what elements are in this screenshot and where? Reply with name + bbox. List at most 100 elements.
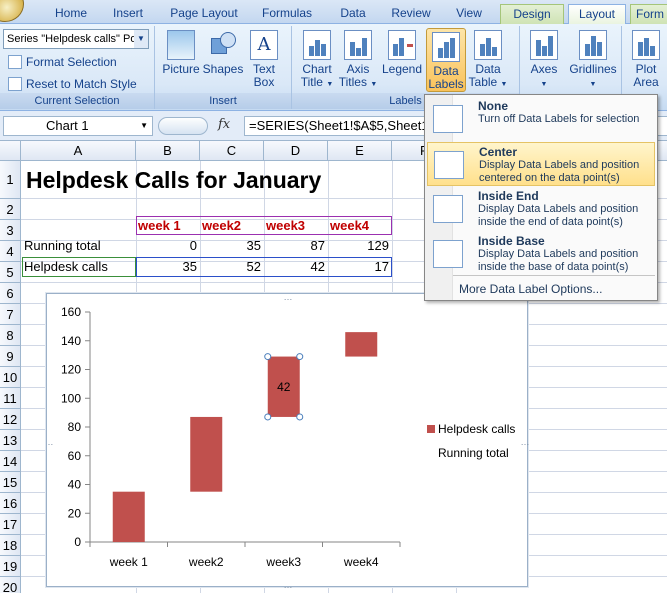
data-table-button[interactable]: Data Table ▼	[468, 30, 508, 91]
bar-week4	[345, 332, 378, 357]
column-header-a[interactable]: A	[21, 141, 136, 161]
row-header-20[interactable]: 20	[0, 577, 21, 593]
tab-formulas[interactable]: Formulas	[259, 4, 315, 24]
row-header-10[interactable]: 10	[0, 367, 21, 388]
data-labels-label: Data Labels	[428, 64, 464, 91]
row-header-14[interactable]: 14	[0, 451, 21, 472]
y-tick-label: 40	[68, 478, 82, 492]
row-header-4[interactable]: 4	[0, 241, 21, 262]
legend-label: Legend	[381, 62, 423, 76]
plot-area-button[interactable]: Plot Area	[626, 30, 666, 89]
text-box-icon: A	[250, 30, 278, 60]
tab-home[interactable]: Home	[54, 4, 88, 24]
format-selection-icon	[8, 55, 22, 69]
format-selection-button[interactable]: Format Selection	[6, 53, 117, 71]
more-data-label-options[interactable]: More Data Label Options...	[459, 282, 602, 296]
select-all-corner[interactable]	[0, 141, 21, 161]
tab-view[interactable]: View	[452, 4, 486, 24]
menu-item-inside-end[interactable]: Inside End Display Data Labels and posit…	[427, 187, 655, 231]
menu-item-center-title: Center	[479, 145, 518, 159]
column-header-e[interactable]: E	[328, 141, 392, 161]
running-total-week2[interactable]: 35	[200, 236, 261, 256]
row-header-17[interactable]: 17	[0, 514, 21, 535]
selection-handle	[296, 353, 304, 361]
picture-button[interactable]: Picture	[160, 30, 202, 76]
formula-bar-splitter[interactable]	[158, 117, 208, 135]
row-header-11[interactable]: 11	[0, 388, 21, 409]
menu-item-inside-end-desc: Display Data Labels and position inside …	[478, 203, 639, 228]
menu-item-none[interactable]: None Turn off Data Labels for selection	[427, 97, 655, 141]
row-header-3[interactable]: 3	[0, 220, 21, 241]
group-insert: Picture Shapes A Text Box Insert	[155, 26, 292, 109]
tab-review[interactable]: Review	[390, 4, 432, 24]
group-label-current-selection: Current Selection	[0, 93, 154, 109]
menu-item-inside-end-title: Inside End	[478, 189, 539, 203]
menu-item-center[interactable]: Center Display Data Labels and position …	[427, 142, 655, 186]
chart-elements-value: Series "Helpdesk calls" Po	[7, 33, 137, 45]
menu-item-center-desc: Display Data Labels and position centere…	[479, 159, 640, 184]
x-tick-label: week4	[343, 555, 379, 569]
chevron-down-icon: ▼	[134, 30, 148, 48]
embedded-chart[interactable]: 0 20 40 60 80 100 120 140 160 week 1 week2 week3 42 w…	[46, 293, 529, 588]
axes-button[interactable]: Axes ▼	[524, 30, 564, 91]
row-header-1[interactable]: 1	[0, 161, 21, 199]
series-values-highlight	[136, 257, 392, 277]
chart-title-button[interactable]: Chart Title ▼	[297, 30, 337, 91]
tab-design[interactable]: Design	[500, 4, 564, 24]
row-header-2[interactable]: 2	[0, 199, 21, 220]
shapes-button[interactable]: Shapes	[202, 30, 244, 76]
office-button[interactable]	[0, 0, 24, 22]
x-tick-label: week 1	[109, 555, 148, 569]
name-box[interactable]: Chart 1 ▼	[3, 116, 153, 136]
row-header-18[interactable]: 18	[0, 535, 21, 556]
row-header-9[interactable]: 9	[0, 346, 21, 367]
tab-format[interactable]: Form	[630, 4, 667, 24]
group-current-selection: Series "Helpdesk calls" Po ▼ Format Sele…	[0, 26, 155, 109]
data-label: 42	[277, 380, 291, 394]
running-total-week4[interactable]: 129	[328, 236, 389, 256]
selection-handle	[264, 413, 272, 421]
menu-separator	[453, 275, 655, 276]
sheet-title[interactable]: Helpdesk Calls for January	[26, 162, 321, 198]
running-total-week1[interactable]: 0	[136, 236, 197, 256]
row-header-6[interactable]: 6	[0, 283, 21, 304]
column-header-d[interactable]: D	[264, 141, 328, 161]
text-box-label: Text Box	[252, 62, 275, 89]
column-header-c[interactable]: C	[200, 141, 264, 161]
chart-resize-handle: …	[47, 437, 54, 447]
chart-elements-dropdown[interactable]: Series "Helpdesk calls" Po ▼	[3, 29, 149, 49]
running-total-label[interactable]: Running total	[24, 236, 101, 256]
format-selection-label: Format Selection	[26, 55, 117, 69]
running-total-week3[interactable]: 87	[264, 236, 325, 256]
tab-page-layout[interactable]: Page Layout	[168, 4, 240, 24]
selection-handle	[296, 413, 304, 421]
menu-item-none-desc: Turn off Data Labels for selection	[478, 113, 640, 125]
group-label-insert: Insert	[155, 93, 291, 109]
axis-titles-button[interactable]: Axis Titles ▼	[338, 30, 378, 91]
row-header-7[interactable]: 7	[0, 304, 21, 325]
insert-function-icon[interactable]: fx	[218, 117, 230, 132]
reset-to-match-style-button[interactable]: Reset to Match Style	[6, 75, 137, 93]
legend-button[interactable]: Legend	[380, 30, 424, 76]
row-header-12[interactable]: 12	[0, 409, 21, 430]
y-tick-label: 80	[68, 420, 82, 434]
chart-resize-handle: …	[284, 580, 293, 588]
tab-data[interactable]: Data	[336, 4, 370, 24]
row-header-13[interactable]: 13	[0, 430, 21, 451]
tab-layout[interactable]: Layout	[568, 4, 626, 25]
shapes-icon	[209, 30, 237, 60]
row-header-19[interactable]: 19	[0, 556, 21, 577]
row-header-16[interactable]: 16	[0, 493, 21, 514]
row-header-15[interactable]: 15	[0, 472, 21, 493]
data-labels-button[interactable]: Data Labels ▼	[426, 28, 466, 103]
menu-item-inside-base[interactable]: Inside Base Display Data Labels and posi…	[427, 232, 655, 276]
tab-insert[interactable]: Insert	[109, 4, 147, 24]
gridlines-label: Gridlines	[569, 62, 617, 76]
row-header-8[interactable]: 8	[0, 325, 21, 346]
column-header-b[interactable]: B	[136, 141, 200, 161]
selection-handle	[264, 353, 272, 361]
text-box-button[interactable]: A Text Box	[245, 30, 283, 89]
row-header-5[interactable]: 5	[0, 262, 21, 283]
y-tick-label: 140	[61, 334, 81, 348]
gridlines-button[interactable]: Gridlines ▼	[566, 30, 620, 91]
